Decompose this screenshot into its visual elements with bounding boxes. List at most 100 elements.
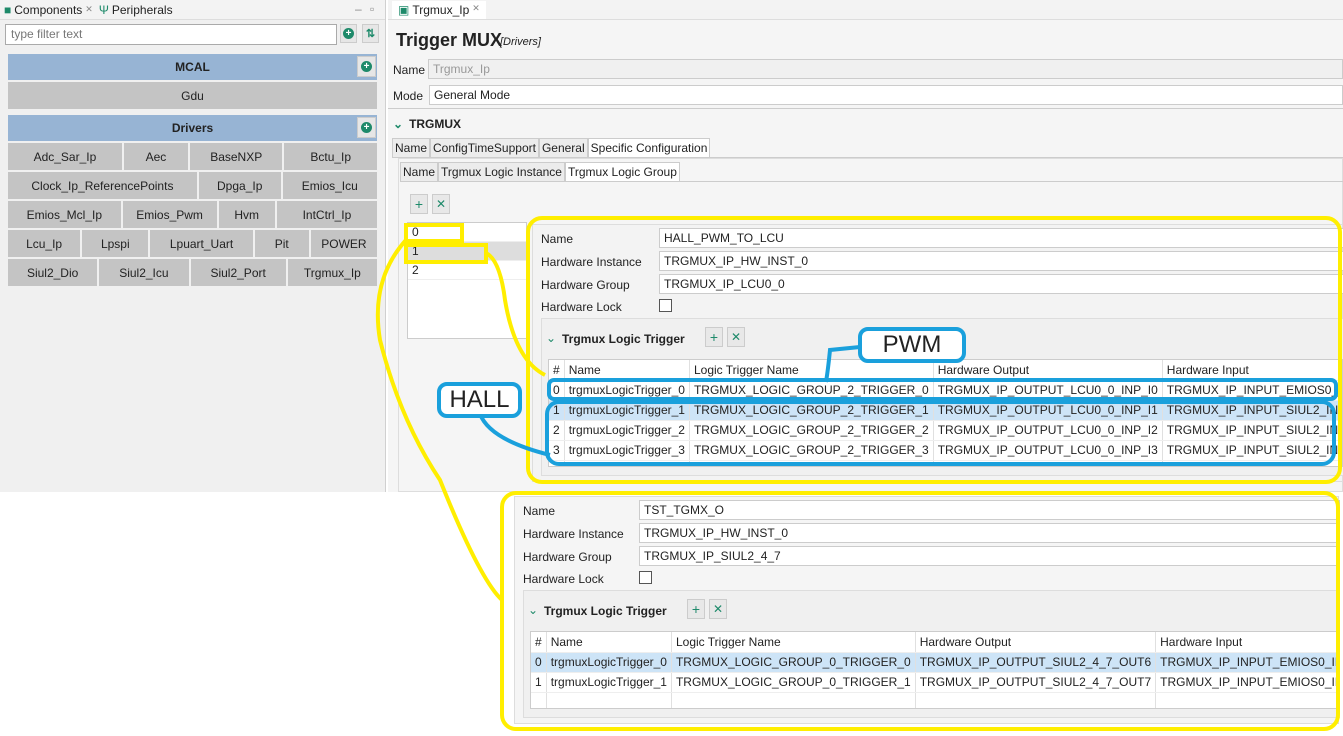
table-header: # Name Logic Trigger Name Hardware Output Ha… — [531, 632, 1338, 653]
category-label: Drivers — [171, 121, 214, 135]
close-icon[interactable]: ✕ — [472, 3, 480, 17]
table-row[interactable]: 3 trgmuxLogicTrigger_3 TRGMUX_LOGIC_GROUP_… — [549, 440, 1342, 461]
minimize-icon[interactable]: – — [355, 2, 362, 16]
chevron-down-icon[interactable]: ⌄ — [546, 331, 556, 345]
table-cell: TRGMUX_LOGIC_GROUP_2_TRIGGER_2 — [689, 420, 934, 441]
filter-input[interactable]: type filter text — [5, 24, 337, 45]
chevron-down-icon[interactable]: ⌄ — [528, 603, 538, 617]
peripherals-icon: Ψ — [98, 2, 109, 17]
tab-config[interactable]: Specific Configuration — [587, 138, 711, 157]
remove-group-button[interactable]: ✕ — [432, 194, 450, 214]
tab-peripherals[interactable]: Ψ Peripherals — [99, 3, 173, 17]
hardware-lock-checkbox[interactable] — [639, 571, 652, 584]
trigger-table: # Name Logic Trigger Name Hardware Output Ha… — [548, 359, 1343, 467]
table-row[interactable]: 1 trgmuxLogicTrigger_1 TRGMUX_LOGIC_GROUP_… — [549, 400, 1342, 421]
field-label: Hardware Instance — [523, 527, 624, 541]
component-button[interactable]: IntCtrl_Ip — [276, 201, 377, 228]
component-button[interactable]: Emios_Icu — [282, 172, 377, 199]
add-group-button[interactable]: + — [410, 194, 428, 214]
table-cell: trgmuxLogicTrigger_3 — [564, 440, 690, 461]
mode-label: Mode — [393, 89, 424, 103]
column-header[interactable]: # — [531, 632, 547, 653]
component-button[interactable]: Gdu — [8, 82, 377, 109]
category-header[interactable]: MCAL + — [8, 54, 377, 80]
column-header[interactable]: Hardware Output — [915, 632, 1157, 653]
table-row[interactable]: 0 trgmuxLogicTrigger_0 TRGMUX_LOGIC_GROUP_… — [549, 380, 1342, 401]
trgmux-section[interactable]: ⌄ TRGMUX — [393, 117, 461, 131]
list-item[interactable]: 2 — [408, 261, 526, 280]
table-cell: trgmuxLogicTrigger_0 — [564, 380, 690, 401]
component-button[interactable]: Lcu_Ip — [8, 230, 81, 257]
category-header[interactable]: Drivers + — [8, 115, 377, 141]
component-button[interactable]: Hvm — [218, 201, 275, 228]
add-component-button[interactable]: + — [340, 24, 357, 43]
column-header[interactable]: Logic Trigger Name — [689, 360, 934, 381]
component-button[interactable]: Clock_Ip_ReferencePoints — [8, 172, 197, 199]
tab-config[interactable]: General — [538, 138, 588, 157]
table-cell: TRGMUX_LOGIC_GROUP_2_TRIGGER_1 — [689, 400, 934, 421]
component-button[interactable]: Siul2_Dio — [8, 259, 98, 286]
component-row: Lcu_Ip Lpspi Lpuart_Uart Pit POWER — [8, 230, 378, 257]
list-item[interactable]: 1 — [408, 242, 526, 261]
component-button[interactable]: Dpga_Ip — [198, 172, 281, 199]
tab-trgmux-ip[interactable]: ▣ Trgmux_Ip ✕ — [392, 0, 486, 19]
page-subtitle: [Drivers] — [500, 36, 541, 48]
hw-instance-field[interactable]: TRGMUX_IP_HW_INST_0 — [659, 251, 1343, 271]
column-header[interactable]: Name — [564, 360, 690, 381]
component-button[interactable]: Aec — [123, 143, 188, 170]
add-category-button[interactable]: + — [357, 117, 376, 138]
name-field[interactable]: HALL_PWM_TO_LCU — [659, 228, 1343, 248]
mode-field[interactable]: General Mode — [429, 85, 1343, 105]
name-field[interactable]: TST_TGMX_O — [639, 500, 1340, 520]
maximize-icon[interactable]: ▫ — [370, 2, 374, 16]
component-button[interactable]: Lpuart_Uart — [150, 230, 253, 257]
component-button[interactable]: POWER — [310, 230, 378, 257]
component-button[interactable]: Lpspi — [82, 230, 149, 257]
hw-group-field[interactable]: TRGMUX_IP_SIUL2_4_7 — [639, 546, 1340, 566]
group-list: 012 — [407, 222, 527, 339]
column-header[interactable]: Name — [546, 632, 672, 653]
component-button[interactable]: Siul2_Port — [190, 259, 286, 286]
close-icon[interactable]: ✕ — [85, 4, 93, 15]
tab-subconfig[interactable]: Trgmux Logic Instance — [438, 162, 565, 181]
column-header[interactable]: # — [549, 360, 565, 381]
pwm-callout: PWM — [858, 327, 966, 363]
column-header[interactable]: Hardware Output — [933, 360, 1163, 381]
component-button[interactable]: Trgmux_Ip — [287, 259, 378, 286]
tab-subconfig[interactable]: Trgmux Logic Group — [564, 162, 680, 181]
hw-group-field[interactable]: TRGMUX_IP_LCU0_0 — [659, 274, 1343, 294]
add-trigger-button[interactable]: + — [705, 327, 723, 347]
component-button[interactable]: Emios_Pwm — [122, 201, 217, 228]
hw-instance-field[interactable]: TRGMUX_IP_HW_INST_0 — [639, 523, 1340, 543]
component-button[interactable]: Emios_Mcl_Ip — [8, 201, 121, 228]
add-trigger-button[interactable]: + — [687, 599, 705, 619]
tab-config[interactable]: Name — [392, 138, 431, 157]
component-button[interactable]: Siul2_Icu — [99, 259, 189, 286]
remove-trigger-button[interactable]: ✕ — [727, 327, 745, 347]
component-button[interactable]: Adc_Sar_Ip — [8, 143, 122, 170]
component-button[interactable]: Bctu_Ip — [284, 143, 377, 170]
sort-icon[interactable]: ⇅ — [362, 24, 379, 43]
component-button[interactable]: Pit — [254, 230, 309, 257]
column-header[interactable]: Hardware Input — [1162, 360, 1342, 381]
table-cell: TRGMUX_IP_OUTPUT_LCU0_0_INP_I2 — [933, 420, 1163, 441]
table-cell: TRGMUX_LOGIC_GROUP_0_TRIGGER_0 — [671, 652, 916, 673]
list-item[interactable]: 0 — [408, 223, 526, 242]
table-row[interactable]: 0 trgmuxLogicTrigger_0 TRGMUX_LOGIC_GROUP_… — [531, 652, 1338, 673]
tab-subconfig[interactable]: Name — [400, 162, 439, 181]
table-cell: 2 — [549, 420, 565, 441]
component-button[interactable]: BaseNXP — [189, 143, 283, 170]
table-row[interactable]: 1 trgmuxLogicTrigger_1 TRGMUX_LOGIC_GROUP_… — [531, 672, 1338, 693]
table-cell: TRGMUX_IP_INPUT_SIUL2_IN1 — [1162, 440, 1342, 461]
add-category-button[interactable]: + — [357, 56, 376, 77]
column-header[interactable]: Logic Trigger Name — [671, 632, 916, 653]
tab-components[interactable]: ■ Components ✕ — [4, 3, 93, 17]
hardware-lock-checkbox[interactable] — [659, 299, 672, 312]
table-row[interactable]: 2 trgmuxLogicTrigger_2 TRGMUX_LOGIC_GROUP_… — [549, 420, 1342, 441]
component-row: Gdu — [8, 82, 377, 109]
remove-trigger-button[interactable]: ✕ — [709, 599, 727, 619]
column-header[interactable]: Hardware Input — [1155, 632, 1338, 653]
tab-config[interactable]: ConfigTimeSupport — [430, 138, 539, 157]
table-header: # Name Logic Trigger Name Hardware Output Ha… — [549, 360, 1342, 381]
table-cell: TRGMUX_IP_INPUT_EMIOS0_IPP_CH3 — [1155, 672, 1338, 693]
